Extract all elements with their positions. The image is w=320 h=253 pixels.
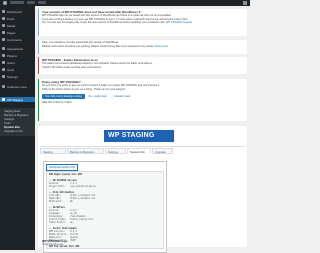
tab-settings[interactable]: Settings xyxy=(105,148,126,154)
dashboard-icon xyxy=(2,10,5,13)
sidebar-item-label: Collapse menu xyxy=(7,84,28,89)
posts-icon xyxy=(2,17,5,20)
tab-system-info[interactable]: System Info xyxy=(127,148,151,154)
sidebar-item-label: Settings xyxy=(7,74,18,79)
notice-actions: Yes, help me by leaving a rating No, may… xyxy=(42,94,244,100)
sidebar-item-collapse[interactable]: Collapse menu xyxy=(0,84,35,89)
pages-icon xyxy=(2,31,5,34)
download-system-info-button[interactable]: Download System Info xyxy=(46,164,78,171)
tab-upgrade[interactable]: Upgrade xyxy=(152,148,173,154)
already-rated-link[interactable]: I already rated xyxy=(111,94,134,99)
sidebar-item-settings[interactable]: Settings xyxy=(0,74,35,79)
sidebar-item-pages[interactable]: Pages xyxy=(0,30,35,35)
hide-notice-link[interactable]: Hide this notice for 3 days xyxy=(42,101,244,105)
maybe-later-link[interactable]: No, maybe later xyxy=(86,94,110,99)
users-icon xyxy=(2,61,5,64)
collapse-icon xyxy=(2,85,5,88)
download-logs-link[interactable]: (Download All Logs) xyxy=(42,243,63,246)
plugins-icon xyxy=(2,54,5,57)
leave-rating-button[interactable]: Yes, help me by leaving a rating xyxy=(42,94,85,100)
submenu-item-upgrade[interactable]: Upgrade to Pro xyxy=(4,129,23,133)
notice-text: Backup and restore functions are working… xyxy=(42,45,244,49)
sidebar-item-label: Pages xyxy=(7,30,16,35)
tab-staging[interactable]: Staging xyxy=(40,148,66,154)
rating-notice: Enjoy using WP STAGING? Do you think it … xyxy=(38,79,247,121)
admin-bar xyxy=(0,0,250,6)
compatibility-notice: Your version of WP STAGING does not have… xyxy=(38,9,247,36)
sidebar-item-label: WP Staging xyxy=(7,97,23,102)
wp-staging-submenu: Staging Sites Backup & Migration Setting… xyxy=(0,108,35,136)
sidebar-item-label: Media xyxy=(7,23,16,28)
notice-text: Tip: You can use the staging site to tes… xyxy=(42,21,244,25)
media-icon xyxy=(2,24,5,27)
info-notice: Note: Our website is not fully tested wi… xyxy=(38,40,247,54)
sidebar-item-tools[interactable]: Tools xyxy=(0,67,35,72)
tab-backup[interactable]: Backup & Migration xyxy=(67,148,104,154)
sidebar-item-label: Users xyxy=(7,60,15,65)
notice-text: Check if the folder exists and has write… xyxy=(42,65,102,69)
sidebar-item-posts[interactable]: Posts xyxy=(0,16,35,21)
permission-error-notice: WP STAGING - Folder Permission error The… xyxy=(38,57,247,74)
logo-text: WP STAGING xyxy=(108,132,155,139)
sidebar-item-label: Comments xyxy=(7,37,22,42)
tools-icon xyxy=(2,68,5,71)
tab-bar: Staging Backup & Migration Settings Syst… xyxy=(40,148,245,154)
avatar[interactable] xyxy=(243,1,247,5)
notice-text-part: Backup and restore functions are working… xyxy=(42,44,155,48)
sidebar-item-appearance[interactable]: Appearance xyxy=(0,46,35,51)
wp-staging-icon xyxy=(2,98,5,101)
comments-item[interactable] xyxy=(27,1,35,4)
appearance-icon xyxy=(2,47,5,50)
sidebar-item-label: Appearance xyxy=(7,46,24,51)
system-info-textarea[interactable]: ### Begin System Info ### -- WP STAGING … xyxy=(46,171,164,249)
new-item[interactable] xyxy=(38,1,46,4)
system-info-line: ### End System Info ### xyxy=(49,245,80,248)
support-link[interactable]: WP STAGING Support xyxy=(166,21,192,24)
site-name-item[interactable] xyxy=(10,1,24,4)
sidebar-item-comments[interactable]: Comments xyxy=(0,37,35,42)
sidebar-item-media[interactable]: Media xyxy=(0,23,35,28)
logo-bar: WP STAGING xyxy=(38,126,247,146)
sidebar-item-dashboard[interactable]: Dashboard xyxy=(0,9,35,14)
sidebar-item-plugins[interactable]: Plugins xyxy=(0,53,35,58)
sidebar-item-label: Dashboard xyxy=(7,9,22,14)
sidebar-item-label: Plugins xyxy=(7,53,17,58)
sidebar-item-wp-staging[interactable]: WP Staging xyxy=(0,97,35,102)
read-more-link[interactable]: Read more xyxy=(155,45,168,48)
wordpress-logo-icon[interactable] xyxy=(3,1,7,5)
notice-text-part: Tip: You can use the staging site to tes… xyxy=(42,21,166,25)
sidebar-item-label: Posts xyxy=(7,16,15,21)
sidebar-item-users[interactable]: Users xyxy=(0,60,35,65)
sidebar-item-label: Tools xyxy=(7,67,15,72)
settings-icon xyxy=(2,75,5,78)
comments-icon xyxy=(2,38,5,41)
admin-sidebar: Dashboard Posts Media Pages Comments App… xyxy=(0,6,35,250)
notice-text: Click on the button below to give us a r… xyxy=(42,87,126,91)
wp-staging-panel: WP STAGING Staging Backup & Migration Se… xyxy=(38,126,247,253)
divider xyxy=(40,146,245,147)
